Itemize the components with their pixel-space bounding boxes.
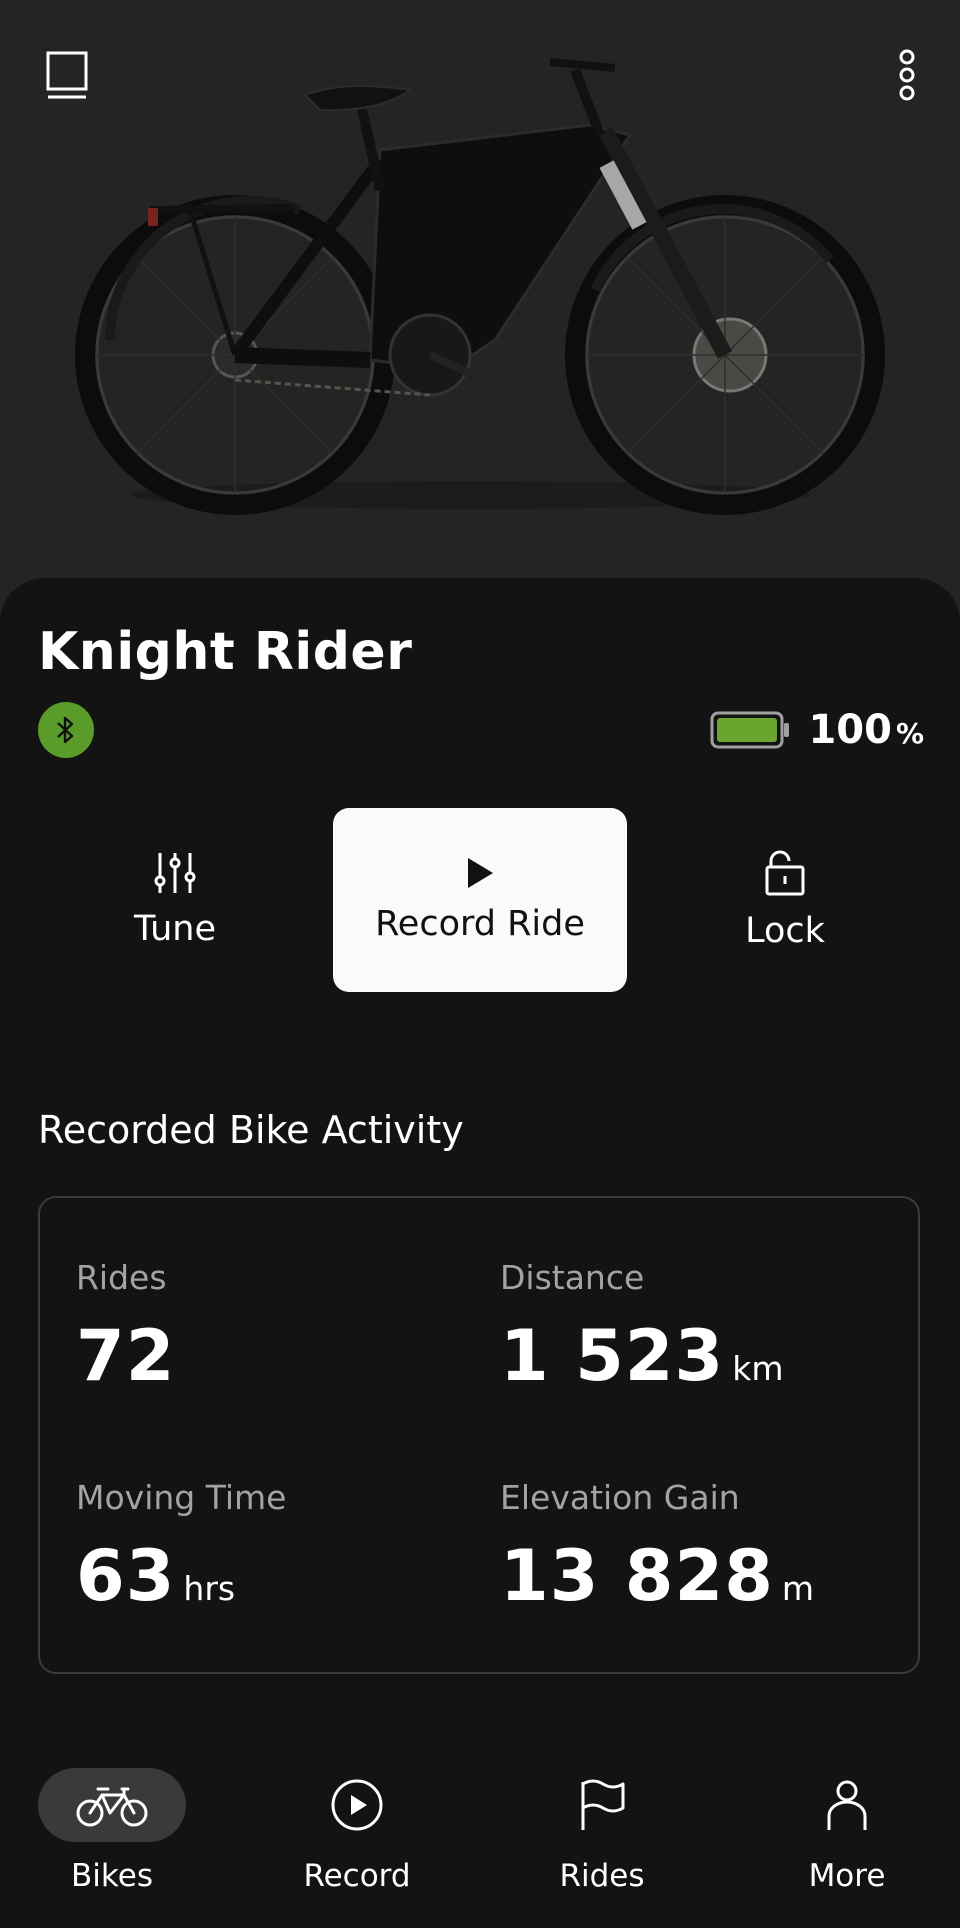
flag-icon (581, 1779, 625, 1830)
bluetooth-icon (57, 716, 74, 744)
unlock-icon (765, 850, 805, 896)
stat-elevation-gain: Elevation Gain 13 828 m (500, 1478, 814, 1617)
stat-value: 13 828 (500, 1535, 774, 1617)
stat-value: 63 (76, 1535, 176, 1617)
activity-stats-card: Rides 72 Distance 1 523 km Moving Time 63… (38, 1196, 920, 1674)
battery-unit: % (895, 717, 924, 750)
sliders-icon (154, 853, 196, 893)
nav-item-bikes[interactable]: Bikes (22, 1768, 202, 1894)
stat-value: 72 (76, 1315, 176, 1397)
activity-section-title: Recorded Bike Activity (38, 1108, 464, 1152)
tune-label: Tune (134, 909, 216, 949)
nav-label: More (808, 1858, 886, 1894)
battery-status: 100% (710, 700, 924, 760)
lock-button[interactable]: Lock (665, 808, 905, 992)
nav-label: Rides (559, 1858, 645, 1894)
nav-label: Record (303, 1858, 411, 1894)
lock-label: Lock (745, 911, 825, 951)
more-options-button[interactable] (874, 42, 940, 108)
stat-label: Moving Time (76, 1478, 287, 1517)
stat-unit: hrs (183, 1569, 236, 1608)
bluetooth-status-badge[interactable] (38, 702, 94, 758)
nav-item-record[interactable]: Record (267, 1768, 447, 1894)
play-icon (468, 858, 493, 888)
stat-distance: Distance 1 523 km (500, 1258, 783, 1397)
more-vertical-icon (899, 49, 915, 101)
stat-rides: Rides 72 (76, 1258, 183, 1397)
bike-icon (76, 1787, 148, 1827)
bike-image (75, 58, 885, 515)
stat-label: Elevation Gain (500, 1478, 740, 1517)
stat-label: Distance (500, 1258, 645, 1297)
bike-hero (0, 0, 960, 620)
person-icon (827, 1780, 867, 1830)
battery-percent: 100 (808, 707, 892, 753)
battery-icon (710, 711, 790, 749)
play-circle-icon (331, 1779, 383, 1831)
stat-unit: km (732, 1349, 784, 1388)
tune-button[interactable]: Tune (55, 808, 295, 992)
nav-item-more[interactable]: More (757, 1768, 937, 1894)
record-ride-label: Record Ride (375, 904, 585, 944)
record-ride-button[interactable]: Record Ride (333, 808, 627, 992)
stat-moving-time: Moving Time 63 hrs (76, 1478, 286, 1617)
bottom-nav: Bikes Record Rides More (0, 1750, 960, 1928)
bike-name: Knight Rider (38, 622, 413, 682)
nav-item-rides[interactable]: Rides (512, 1768, 692, 1894)
stat-unit: m (781, 1569, 815, 1608)
stat-value: 1 523 (500, 1315, 725, 1397)
nav-label: Bikes (71, 1858, 153, 1894)
stat-label: Rides (76, 1258, 167, 1297)
